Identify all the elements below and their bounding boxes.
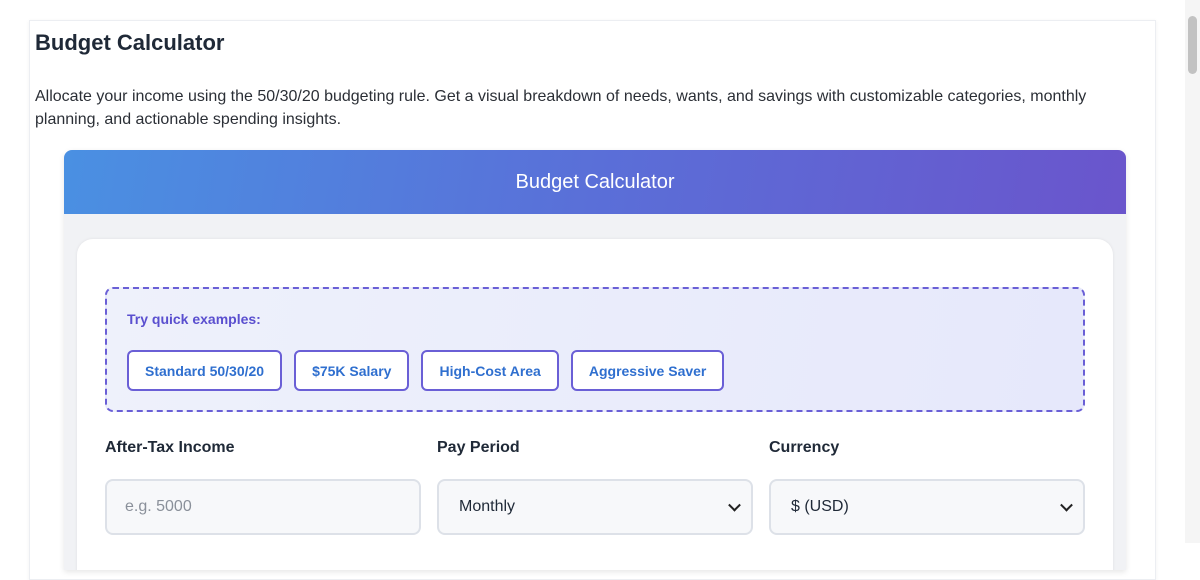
currency-select[interactable]: $ (USD) [769,479,1085,535]
income-label: After-Tax Income [105,439,235,456]
example-75k-salary-button[interactable]: $75K Salary [294,350,410,391]
pay-period-select[interactable]: Monthly [437,479,753,535]
income-input[interactable] [105,479,421,535]
page-scrollbar[interactable] [1185,0,1200,543]
chevron-down-icon [1060,498,1073,512]
chevron-down-icon [728,498,741,512]
budget-calculator: Budget Calculator Try quick examples: St… [64,150,1126,570]
income-field-group: After-Tax Income [105,437,421,535]
currency-field-group: Currency $ (USD) [769,437,1085,535]
currency-value: $ (USD) [791,498,849,515]
example-high-cost-area-button[interactable]: High-Cost Area [421,350,559,391]
pay-period-field-group: Pay Period Monthly [437,437,753,535]
calculator-body: Try quick examples: Standard 50/30/20 $7… [77,239,1113,570]
pay-period-label: Pay Period [437,439,520,456]
page-title: Budget Calculator [35,30,225,55]
quick-examples-label: Try quick examples: [127,311,261,327]
scrollbar-thumb[interactable] [1188,16,1197,74]
quick-examples-panel: Try quick examples: Standard 50/30/20 $7… [105,287,1085,412]
example-standard-button[interactable]: Standard 50/30/20 [127,350,283,391]
calculator-header: Budget Calculator [64,150,1126,214]
page-intro: Allocate your income using the 50/30/20 … [35,88,1087,128]
pay-period-value: Monthly [459,498,516,515]
example-aggressive-saver-button[interactable]: Aggressive Saver [570,350,725,391]
quick-examples-list: Standard 50/30/20 $75K Salary High-Cost … [127,350,725,391]
currency-label: Currency [769,439,840,456]
